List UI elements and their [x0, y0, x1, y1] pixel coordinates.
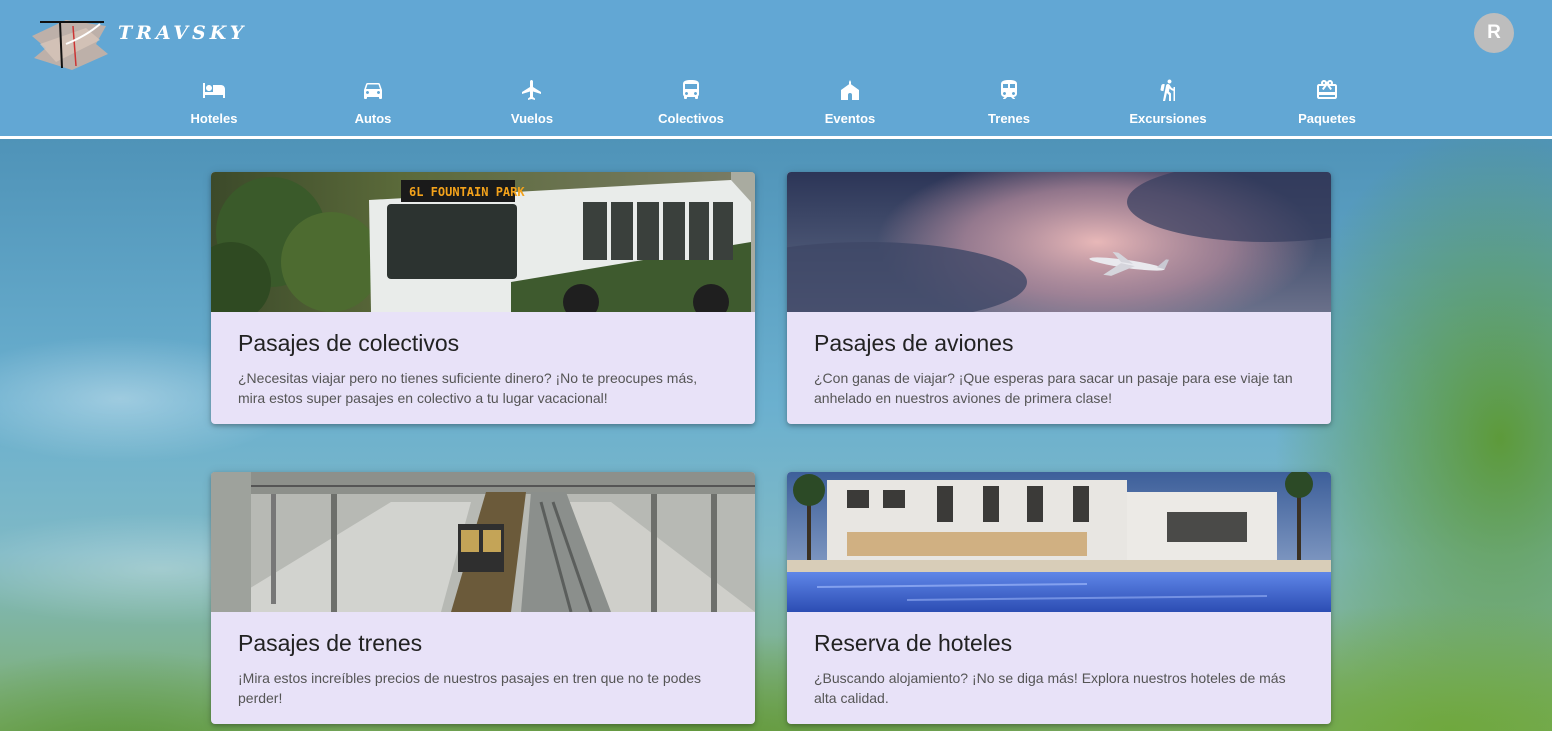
brand-name: TRAVSKY: [118, 22, 248, 44]
category-nav: Hoteles Autos Vuelos Colectivos Eventos …: [0, 78, 1552, 132]
nav-label: Autos: [354, 111, 392, 126]
hotel-pool-photo: [787, 472, 1331, 612]
card-title: Reserva de hoteles: [814, 630, 1013, 656]
card-description: ¿Necesitas viajar pero no tienes suficie…: [238, 370, 698, 406]
package-icon: [1317, 80, 1337, 99]
bus-photo: 6L FOUNTAIN PARK: [211, 172, 755, 312]
nav-label: Trenes: [988, 111, 1030, 126]
train-station-photo: [211, 472, 755, 612]
nav-label: Excursiones: [1129, 111, 1207, 126]
top-app-bar: TRAVSKY R Hoteles Autos Vuelos Colectivo…: [0, 0, 1552, 136]
nav-item-hoteles[interactable]: Hoteles: [149, 78, 279, 130]
bus-destination-sign: 6L FOUNTAIN PARK: [409, 185, 525, 199]
bus-icon: [683, 80, 699, 99]
card-title: Pasajes de trenes: [238, 630, 423, 656]
card-hoteles[interactable]: Reserva de hoteles ¿Buscando alojamiento…: [787, 472, 1331, 724]
airplane-sky-photo: [787, 172, 1331, 312]
logo-mark-icon: [32, 20, 108, 70]
card-title: Pasajes de colectivos: [238, 330, 460, 356]
card-aviones[interactable]: Pasajes de aviones ¿Con ganas de viajar?…: [787, 172, 1331, 424]
nav-item-autos[interactable]: Autos: [308, 78, 438, 130]
bed-icon: [203, 83, 225, 98]
nav-label: Paquetes: [1298, 111, 1356, 126]
nav-item-eventos[interactable]: Eventos: [785, 78, 915, 130]
card-colectivos[interactable]: 6L FOUNTAIN PARK Pasajes de colectivos ¿…: [211, 172, 755, 424]
nav-item-colectivos[interactable]: Colectivos: [626, 78, 756, 130]
nav-item-paquetes[interactable]: Paquetes: [1262, 78, 1392, 130]
user-avatar[interactable]: R: [1474, 13, 1514, 53]
nav-label: Hoteles: [190, 111, 238, 126]
nav-item-vuelos[interactable]: Vuelos: [467, 78, 597, 130]
nav-item-trenes[interactable]: Trenes: [944, 78, 1074, 130]
card-title: Pasajes de aviones: [814, 330, 1014, 356]
card-description: ¿Con ganas de viajar? ¡Que esperas para …: [814, 370, 1293, 406]
airplane-icon: [522, 80, 541, 100]
nav-label: Colectivos: [658, 111, 724, 126]
hiking-icon: [1160, 79, 1175, 101]
card-description: ¡Mira estos increíbles precios de nuestr…: [238, 670, 702, 706]
car-icon: [364, 83, 382, 99]
nav-item-excursiones[interactable]: Excursiones: [1103, 78, 1233, 130]
card-description: ¿Buscando alojamiento? ¡No se diga más! …: [814, 670, 1286, 706]
header-divider: [0, 136, 1552, 139]
card-trenes[interactable]: Pasajes de trenes ¡Mira estos increíbles…: [211, 472, 755, 724]
brand-logo[interactable]: TRAVSKY: [26, 14, 243, 74]
train-icon: [1001, 80, 1017, 99]
nav-label: Eventos: [824, 111, 876, 126]
nav-label: Vuelos: [510, 111, 554, 126]
venue-icon: [841, 80, 859, 100]
